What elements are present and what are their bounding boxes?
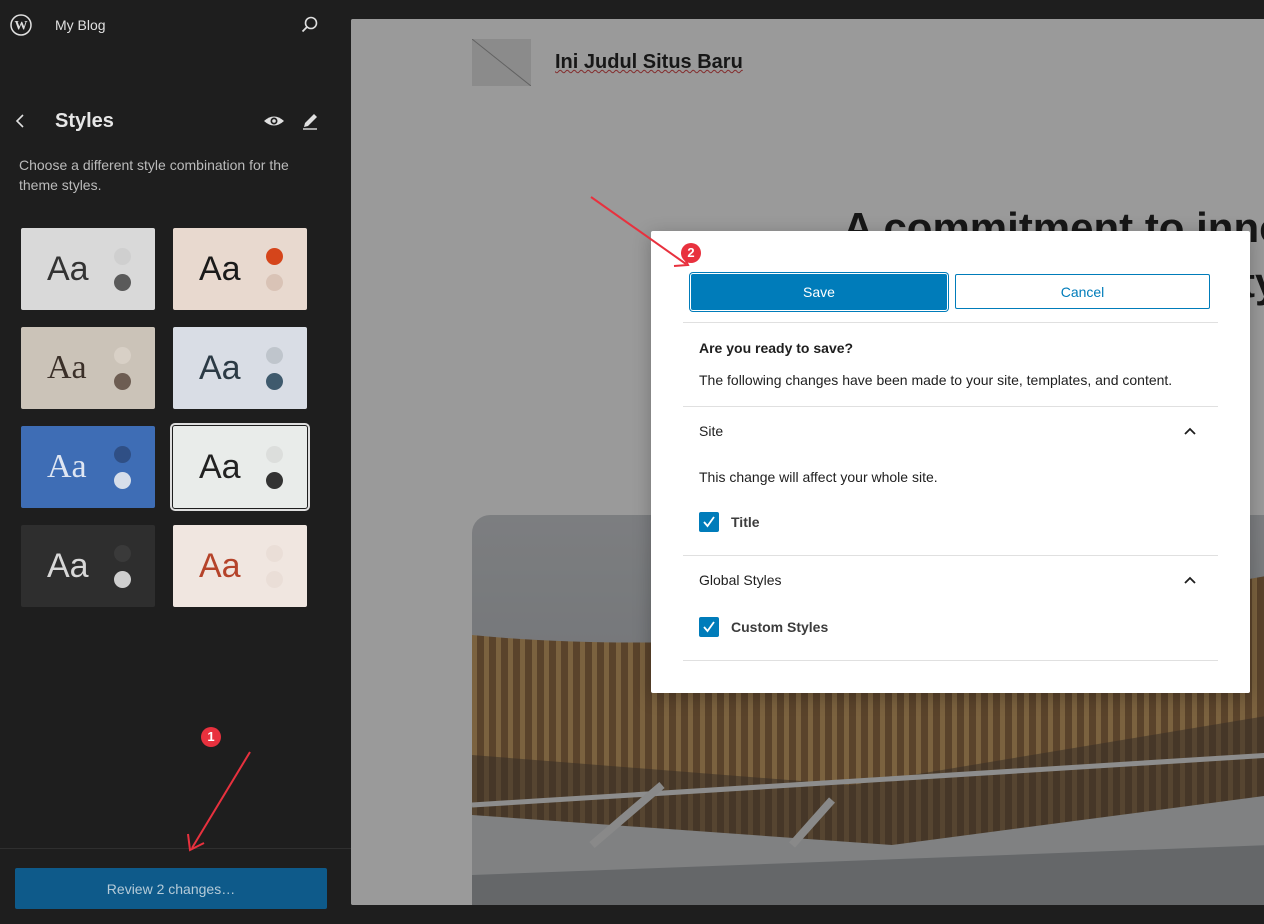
style-color-swatch bbox=[266, 373, 283, 390]
annotation-badge-2: 2 bbox=[681, 243, 701, 263]
style-color-swatch bbox=[266, 545, 283, 562]
style-color-swatch bbox=[114, 571, 131, 588]
panel-title: Styles bbox=[55, 110, 114, 132]
style-variation-card[interactable]: Aa bbox=[173, 525, 307, 607]
dialog-intro: The following changes have been made to … bbox=[699, 372, 1173, 388]
style-color-swatch bbox=[266, 571, 283, 588]
custom-styles-checkbox[interactable] bbox=[699, 617, 719, 637]
search-icon[interactable] bbox=[299, 14, 321, 36]
style-color-swatch bbox=[114, 248, 131, 265]
style-variation-sample-text: Aa bbox=[47, 547, 89, 585]
style-color-swatch bbox=[266, 472, 283, 489]
sidebar-footer-divider bbox=[0, 848, 351, 849]
divider bbox=[683, 322, 1218, 323]
chevron-up-icon[interactable] bbox=[1182, 572, 1198, 588]
panel-description: Choose a different style combination for… bbox=[19, 157, 289, 193]
divider bbox=[683, 406, 1218, 407]
section-title-global-styles[interactable]: Global Styles bbox=[699, 572, 781, 588]
style-variation-card[interactable]: Aa bbox=[21, 228, 155, 310]
eye-icon[interactable] bbox=[263, 112, 285, 130]
style-color-swatch bbox=[114, 347, 131, 364]
style-variation-sample-text: Aa bbox=[47, 448, 87, 485]
chevron-up-icon[interactable] bbox=[1182, 423, 1198, 439]
style-variation-card[interactable]: Aa bbox=[173, 327, 307, 409]
pencil-icon[interactable] bbox=[301, 112, 319, 130]
dialog-heading: Are you ready to save? bbox=[699, 340, 854, 356]
title-checkbox-label[interactable]: Title bbox=[731, 514, 760, 530]
title-checkbox[interactable] bbox=[699, 512, 719, 532]
style-color-swatch bbox=[266, 248, 283, 265]
wordpress-logo-icon[interactable]: W bbox=[10, 14, 32, 36]
save-button[interactable]: Save bbox=[691, 274, 947, 310]
style-variation-sample-text: Aa bbox=[47, 250, 89, 288]
style-variation-sample-text: Aa bbox=[199, 547, 241, 585]
style-color-swatch bbox=[114, 274, 131, 291]
style-color-swatch bbox=[114, 373, 131, 390]
style-variation-card[interactable]: Aa bbox=[21, 426, 155, 508]
style-variation-sample-text: Aa bbox=[199, 448, 241, 486]
style-variation-card[interactable]: Aa bbox=[21, 327, 155, 409]
review-changes-button[interactable]: Review 2 changes… bbox=[15, 868, 327, 909]
style-variation-sample-text: Aa bbox=[199, 349, 241, 387]
style-variation-card[interactable]: Aa bbox=[170, 423, 310, 511]
style-color-swatch bbox=[266, 446, 283, 463]
divider bbox=[683, 555, 1218, 556]
style-variation-card[interactable]: Aa bbox=[173, 228, 307, 310]
save-changes-dialog: Save Cancel Are you ready to save? The f… bbox=[651, 231, 1250, 693]
cancel-button[interactable]: Cancel bbox=[955, 274, 1210, 309]
custom-styles-checkbox-label[interactable]: Custom Styles bbox=[731, 619, 828, 635]
sidebar: W My Blog Styles Choose a different styl… bbox=[0, 0, 351, 924]
section-title-site[interactable]: Site bbox=[699, 423, 723, 439]
checkmark-icon bbox=[703, 516, 715, 528]
style-variation-sample-text: Aa bbox=[47, 349, 87, 386]
style-color-swatch bbox=[266, 274, 283, 291]
svg-text:W: W bbox=[15, 18, 28, 33]
style-variation-sample-text: Aa bbox=[199, 250, 241, 288]
section-description: This change will affect your whole site. bbox=[699, 469, 938, 485]
style-color-swatch bbox=[114, 446, 131, 463]
style-color-swatch bbox=[114, 472, 131, 489]
annotation-badge-1: 1 bbox=[201, 727, 221, 747]
checkmark-icon bbox=[703, 621, 715, 633]
site-name[interactable]: My Blog bbox=[55, 17, 106, 33]
style-variation-card[interactable]: Aa bbox=[21, 525, 155, 607]
divider bbox=[683, 660, 1218, 661]
style-color-swatch bbox=[114, 545, 131, 562]
back-chevron-icon[interactable] bbox=[12, 112, 30, 130]
style-color-swatch bbox=[266, 347, 283, 364]
